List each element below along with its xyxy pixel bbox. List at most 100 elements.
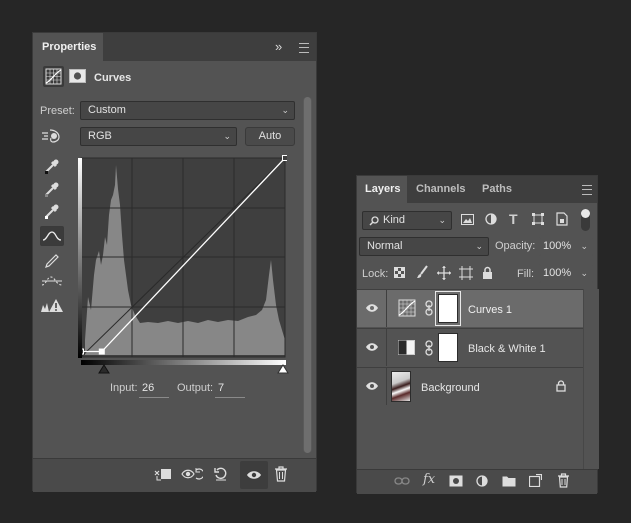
tab-channels[interactable]: Channels bbox=[416, 176, 466, 203]
layer-row-curves[interactable]: Curves 1 bbox=[357, 289, 583, 327]
layer-row-background[interactable]: Background bbox=[357, 367, 583, 405]
lock-transparent-pixels-icon[interactable] bbox=[394, 267, 405, 281]
channel-value: RGB bbox=[88, 130, 112, 142]
curve-point-tool-icon[interactable] bbox=[40, 226, 64, 246]
output-label: Output: bbox=[177, 382, 214, 394]
white-point-slider[interactable] bbox=[277, 364, 289, 377]
eye-icon bbox=[366, 382, 378, 390]
layers-tabbar: Layers Channels Paths bbox=[357, 176, 597, 203]
filter-kind-select[interactable]: Kind ⌄ bbox=[362, 211, 452, 230]
fill-value: 100% bbox=[543, 267, 572, 279]
smart-object-filter-icon[interactable] bbox=[556, 212, 568, 229]
fx-icon[interactable]: fx bbox=[423, 472, 435, 487]
layer-mask-thumb[interactable] bbox=[438, 333, 458, 362]
curves-layer-thumb-icon bbox=[398, 299, 416, 320]
channel-select[interactable]: RGB ⌄ bbox=[80, 127, 237, 146]
new-group-icon[interactable] bbox=[502, 475, 516, 490]
view-previous-state-icon[interactable] bbox=[181, 467, 205, 484]
delete-icon[interactable] bbox=[274, 466, 288, 485]
eye-icon bbox=[247, 471, 261, 479]
pencil-draw-icon[interactable] bbox=[43, 250, 61, 268]
tab-paths[interactable]: Paths bbox=[482, 176, 512, 203]
layer-name[interactable]: Black & White 1 bbox=[468, 343, 546, 355]
lock-label: Lock: bbox=[362, 268, 389, 280]
tab-layers[interactable]: Layers bbox=[357, 176, 407, 203]
layers-scrollbar[interactable] bbox=[583, 289, 599, 469]
layer-name[interactable]: Curves 1 bbox=[468, 304, 512, 316]
background-layer-thumb[interactable] bbox=[391, 371, 411, 402]
chevron-down-icon: ⌄ bbox=[438, 215, 446, 225]
layer-name[interactable]: Background bbox=[421, 382, 480, 394]
properties-tabbar: Properties » bbox=[33, 33, 316, 61]
preset-select[interactable]: Custom ⌄ bbox=[80, 101, 295, 120]
fill-label: Fill: bbox=[517, 268, 535, 280]
panel-menu-icon[interactable] bbox=[299, 43, 309, 53]
search-icon bbox=[369, 216, 379, 226]
curves-adjustment-icon bbox=[43, 66, 64, 87]
output-underline bbox=[215, 397, 245, 398]
curve-point[interactable] bbox=[282, 155, 288, 161]
auto-button[interactable]: Auto bbox=[245, 127, 295, 146]
panel-menu-icon[interactable] bbox=[582, 185, 592, 195]
blend-mode-select[interactable]: Normal ⌄ bbox=[359, 237, 489, 256]
scroll-thumb[interactable] bbox=[304, 97, 311, 453]
output-gradient-bar bbox=[78, 158, 82, 358]
tab-properties[interactable]: Properties bbox=[33, 33, 103, 61]
black-point-slider[interactable] bbox=[98, 364, 110, 377]
row-divider bbox=[386, 290, 387, 327]
curve-point[interactable] bbox=[98, 348, 105, 355]
opacity-value: 100% bbox=[543, 240, 572, 252]
chevron-down-icon: ⌄ bbox=[475, 241, 483, 251]
input-field[interactable]: 26 bbox=[142, 382, 154, 394]
layer-row-black-white[interactable]: Black & White 1 bbox=[357, 328, 583, 366]
properties-scrollbar[interactable] bbox=[303, 97, 312, 453]
sample-white-eyedropper-icon[interactable] bbox=[43, 202, 61, 220]
curves-graph[interactable] bbox=[78, 155, 288, 360]
sample-black-eyedropper-icon[interactable] bbox=[43, 157, 61, 175]
properties-panel: Properties » Curves Preset: Custom ⌄ RGB… bbox=[32, 32, 317, 492]
lock-all-icon[interactable] bbox=[482, 266, 493, 282]
lock-artboard-icon[interactable] bbox=[459, 266, 473, 283]
chevron-down-icon: ⌄ bbox=[223, 131, 231, 141]
filter-kind-value: Kind bbox=[383, 214, 406, 226]
clipping-warning-icon[interactable] bbox=[40, 297, 64, 315]
chevron-down-icon: ⌄ bbox=[580, 268, 588, 278]
input-gradient-bar bbox=[81, 360, 286, 365]
clip-to-layer-icon[interactable] bbox=[154, 467, 172, 484]
opacity-field[interactable]: 100% ⌄ bbox=[539, 237, 594, 256]
shape-layer-filter-icon[interactable] bbox=[532, 213, 544, 228]
mask-link-icon[interactable] bbox=[425, 340, 433, 359]
link-layers-icon[interactable] bbox=[394, 475, 410, 489]
black-white-thumb-icon bbox=[398, 340, 415, 358]
toggle-visibility-button[interactable] bbox=[240, 461, 268, 489]
properties-footer bbox=[33, 458, 316, 492]
mask-link-icon[interactable] bbox=[425, 300, 433, 319]
pixel-layer-filter-icon[interactable] bbox=[461, 214, 474, 228]
layer-mask-thumb[interactable] bbox=[438, 294, 458, 323]
reset-icon[interactable] bbox=[213, 466, 229, 485]
chevron-down-icon: ⌄ bbox=[281, 105, 289, 115]
fill-field[interactable]: 100% ⌄ bbox=[539, 264, 594, 283]
opacity-label: Opacity: bbox=[495, 240, 536, 252]
delete-layer-icon[interactable] bbox=[557, 473, 570, 491]
lock-position-icon[interactable] bbox=[437, 266, 451, 283]
output-field[interactable]: 7 bbox=[218, 382, 224, 394]
sample-gray-eyedropper-icon[interactable] bbox=[43, 180, 61, 198]
chevron-down-icon: ⌄ bbox=[580, 241, 588, 251]
layers-footer: fx bbox=[357, 469, 597, 494]
new-adjustment-layer-icon[interactable] bbox=[476, 475, 488, 490]
smooth-curve-icon[interactable] bbox=[41, 273, 63, 289]
layer-list: Curves 1 Black & White 1 Background bbox=[357, 289, 599, 469]
layer-mask-icon[interactable] bbox=[69, 69, 86, 83]
on-image-adjust-icon[interactable] bbox=[41, 128, 61, 144]
type-layer-filter-icon[interactable]: T bbox=[509, 211, 518, 227]
adjustment-layer-filter-icon[interactable] bbox=[485, 213, 497, 228]
new-layer-icon[interactable] bbox=[528, 473, 543, 490]
lock-image-pixels-icon[interactable] bbox=[416, 265, 428, 282]
row-divider bbox=[386, 329, 387, 366]
collapse-panel-icon[interactable]: » bbox=[275, 39, 282, 54]
input-underline bbox=[139, 397, 169, 398]
lock-icon[interactable] bbox=[556, 380, 566, 395]
filter-toggle-switch[interactable] bbox=[581, 209, 590, 231]
add-mask-icon[interactable] bbox=[449, 475, 463, 490]
